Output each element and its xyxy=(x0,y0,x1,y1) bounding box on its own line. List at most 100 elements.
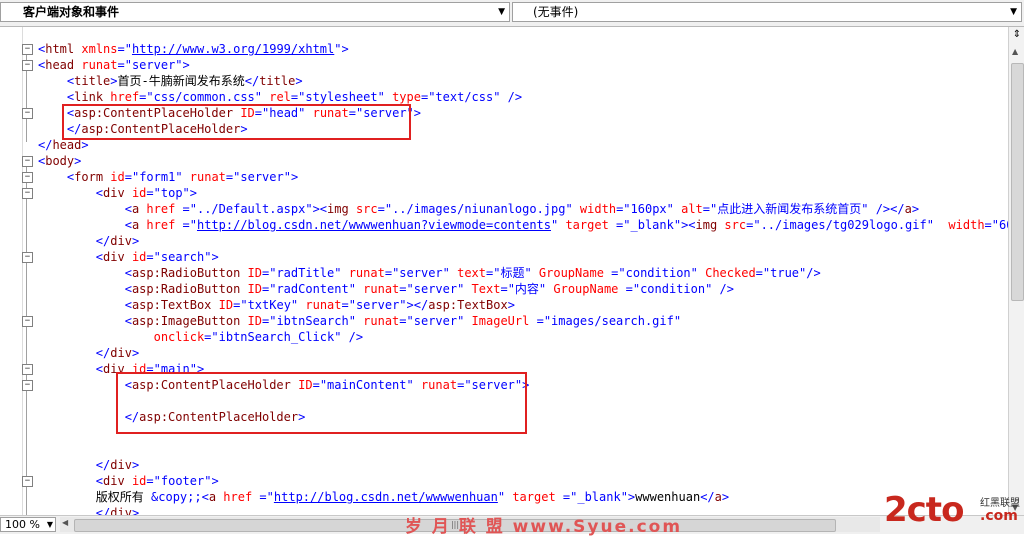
code-line[interactable]: </div> xyxy=(38,233,1008,249)
code-token: < xyxy=(124,298,132,312)
events-label: (无事件) xyxy=(533,5,579,19)
code-token: "css/common.css" xyxy=(146,90,262,104)
code-token: onclick xyxy=(146,330,205,344)
code-token: > xyxy=(341,42,349,56)
code-token: div xyxy=(103,186,125,200)
collapse-placeholder-main-icon[interactable]: − xyxy=(22,380,33,391)
code-token: < xyxy=(95,250,104,264)
code-token: title xyxy=(74,74,111,88)
code-token: ;< xyxy=(194,490,209,504)
code-line[interactable]: onclick="ibtnSearch_Click" /> xyxy=(38,329,1008,345)
code-token: > xyxy=(721,490,730,504)
vertical-scrollbar[interactable]: ⇕ ▲ ▼ xyxy=(1008,27,1024,515)
events-dropdown[interactable]: (无事件) ▼ xyxy=(512,2,1022,22)
code-editor[interactable]: − − − − − − − − − − − <html xmlns="http:… xyxy=(0,27,1008,515)
client-objects-dropdown[interactable]: 客户端对象和事件 ▼ xyxy=(0,2,510,22)
code-token: /> xyxy=(341,330,364,344)
collapse-body-icon[interactable]: − xyxy=(22,156,33,167)
code-token: runat xyxy=(355,282,400,296)
code-line[interactable]: <head runat="server"> xyxy=(38,57,1008,73)
code-line[interactable]: </div> xyxy=(38,457,1008,473)
code-token: < xyxy=(95,186,104,200)
code-token: "标题" xyxy=(493,266,532,280)
code-line[interactable]: <div id="top"> xyxy=(38,185,1008,201)
collapse-div-main-icon[interactable]: − xyxy=(22,364,33,375)
scroll-left-icon[interactable]: ◀ xyxy=(62,518,68,527)
collapse-imagebutton-icon[interactable]: − xyxy=(22,316,33,327)
code-line[interactable]: <form id="form1" runat="server"> xyxy=(38,169,1008,185)
code-line[interactable]: <a href ="http://blog.csdn.net/wwwwenhua… xyxy=(38,217,1008,233)
code-token: src xyxy=(717,218,747,232)
code-line[interactable]: 版权所有 &copy;;<a href ="http://blog.csdn.n… xyxy=(38,489,1008,505)
code-token: " xyxy=(334,42,342,56)
code-token: width xyxy=(572,202,617,216)
logo-domain: .com xyxy=(980,508,1018,524)
code-token: "search" xyxy=(153,250,212,264)
code-token: < xyxy=(95,362,104,376)
code-line[interactable]: <title>首页-牛腩新闻发布系统</title> xyxy=(38,73,1008,89)
code-line[interactable]: <asp:RadioButton ID="radTitle" runat="se… xyxy=(38,265,1008,281)
code-line[interactable]: <asp:TextBox ID="txtKey" runat="server">… xyxy=(38,297,1008,313)
collapse-placeholder-head-icon[interactable]: − xyxy=(22,108,33,119)
code-line[interactable] xyxy=(38,441,1008,457)
code-token: > xyxy=(290,170,299,184)
collapse-form-icon[interactable]: − xyxy=(22,172,33,183)
code-token: /></ xyxy=(868,202,905,216)
code-line[interactable]: <link href="css/common.css" rel="stylesh… xyxy=(38,89,1008,105)
code-token: = xyxy=(618,282,633,296)
split-handle-icon[interactable]: ⇕ xyxy=(1011,29,1023,41)
code-token: = xyxy=(500,282,508,296)
vertical-scroll-thumb[interactable] xyxy=(1011,63,1024,301)
code-token: http://www.w3.org/1999/xhtml xyxy=(131,42,335,56)
collapse-div-footer-icon[interactable]: − xyxy=(22,476,33,487)
code-token: > xyxy=(74,154,82,168)
code-token: /> xyxy=(500,90,523,104)
code-token: "condition" xyxy=(618,266,698,280)
code-line[interactable]: <asp:RadioButton ID="radContent" runat="… xyxy=(38,281,1008,297)
zoom-dropdown[interactable]: 100 % ▼ xyxy=(0,517,56,532)
code-token: http://blog.csdn.net/wwwwenhuan?viewmode… xyxy=(196,218,551,232)
scroll-up-icon[interactable]: ▲ xyxy=(1012,47,1018,56)
code-line[interactable]: <div id="footer"> xyxy=(38,473,1008,489)
code-token: form xyxy=(74,170,104,184)
code-token: div xyxy=(110,458,132,472)
code-token: target xyxy=(505,490,556,504)
code-token: div xyxy=(103,250,125,264)
collapse-head-icon[interactable]: − xyxy=(22,60,33,71)
code-token: "内容" xyxy=(507,282,547,296)
code-token: &copy; xyxy=(151,490,195,504)
code-token: " xyxy=(266,490,274,504)
code-token: ID xyxy=(240,314,262,328)
code-line[interactable]: <body> xyxy=(38,153,1008,169)
code-token: "server" xyxy=(124,58,183,72)
code-token: "_blank" xyxy=(623,218,682,232)
code-token: </ xyxy=(95,346,111,360)
collapse-div-search-icon[interactable]: − xyxy=(22,252,33,263)
zoom-level: 100 % xyxy=(5,518,40,531)
code-line[interactable]: </div> xyxy=(38,345,1008,361)
code-token: div xyxy=(110,234,132,248)
code-token: alt xyxy=(673,202,703,216)
code-line[interactable]: <asp:ImageButton ID="ibtnSearch" runat="… xyxy=(38,313,1008,329)
collapse-div-top-icon[interactable]: − xyxy=(22,188,33,199)
code-token: = xyxy=(146,474,154,488)
code-token: 版权所有 xyxy=(38,490,152,504)
code-token: "160px" xyxy=(623,202,674,216)
client-objects-label: 客户端对象和事件 xyxy=(23,5,120,19)
code-line[interactable]: <html xmlns="http://www.w3.org/1999/xhtm… xyxy=(38,41,1008,57)
code-token: = xyxy=(603,266,619,280)
collapse-html-icon[interactable]: − xyxy=(22,44,33,55)
code-line[interactable]: <a href ="../Default.aspx"><img src="../… xyxy=(38,201,1008,217)
code-token: " xyxy=(497,490,506,504)
code-token: > xyxy=(110,74,118,88)
code-token: >< xyxy=(312,202,328,216)
code-line[interactable]: <div id="search"> xyxy=(38,249,1008,265)
code-token: > xyxy=(131,234,140,248)
code-token: "_blank" xyxy=(570,490,628,504)
code-token: = xyxy=(755,266,763,280)
code-token: = xyxy=(175,218,190,232)
